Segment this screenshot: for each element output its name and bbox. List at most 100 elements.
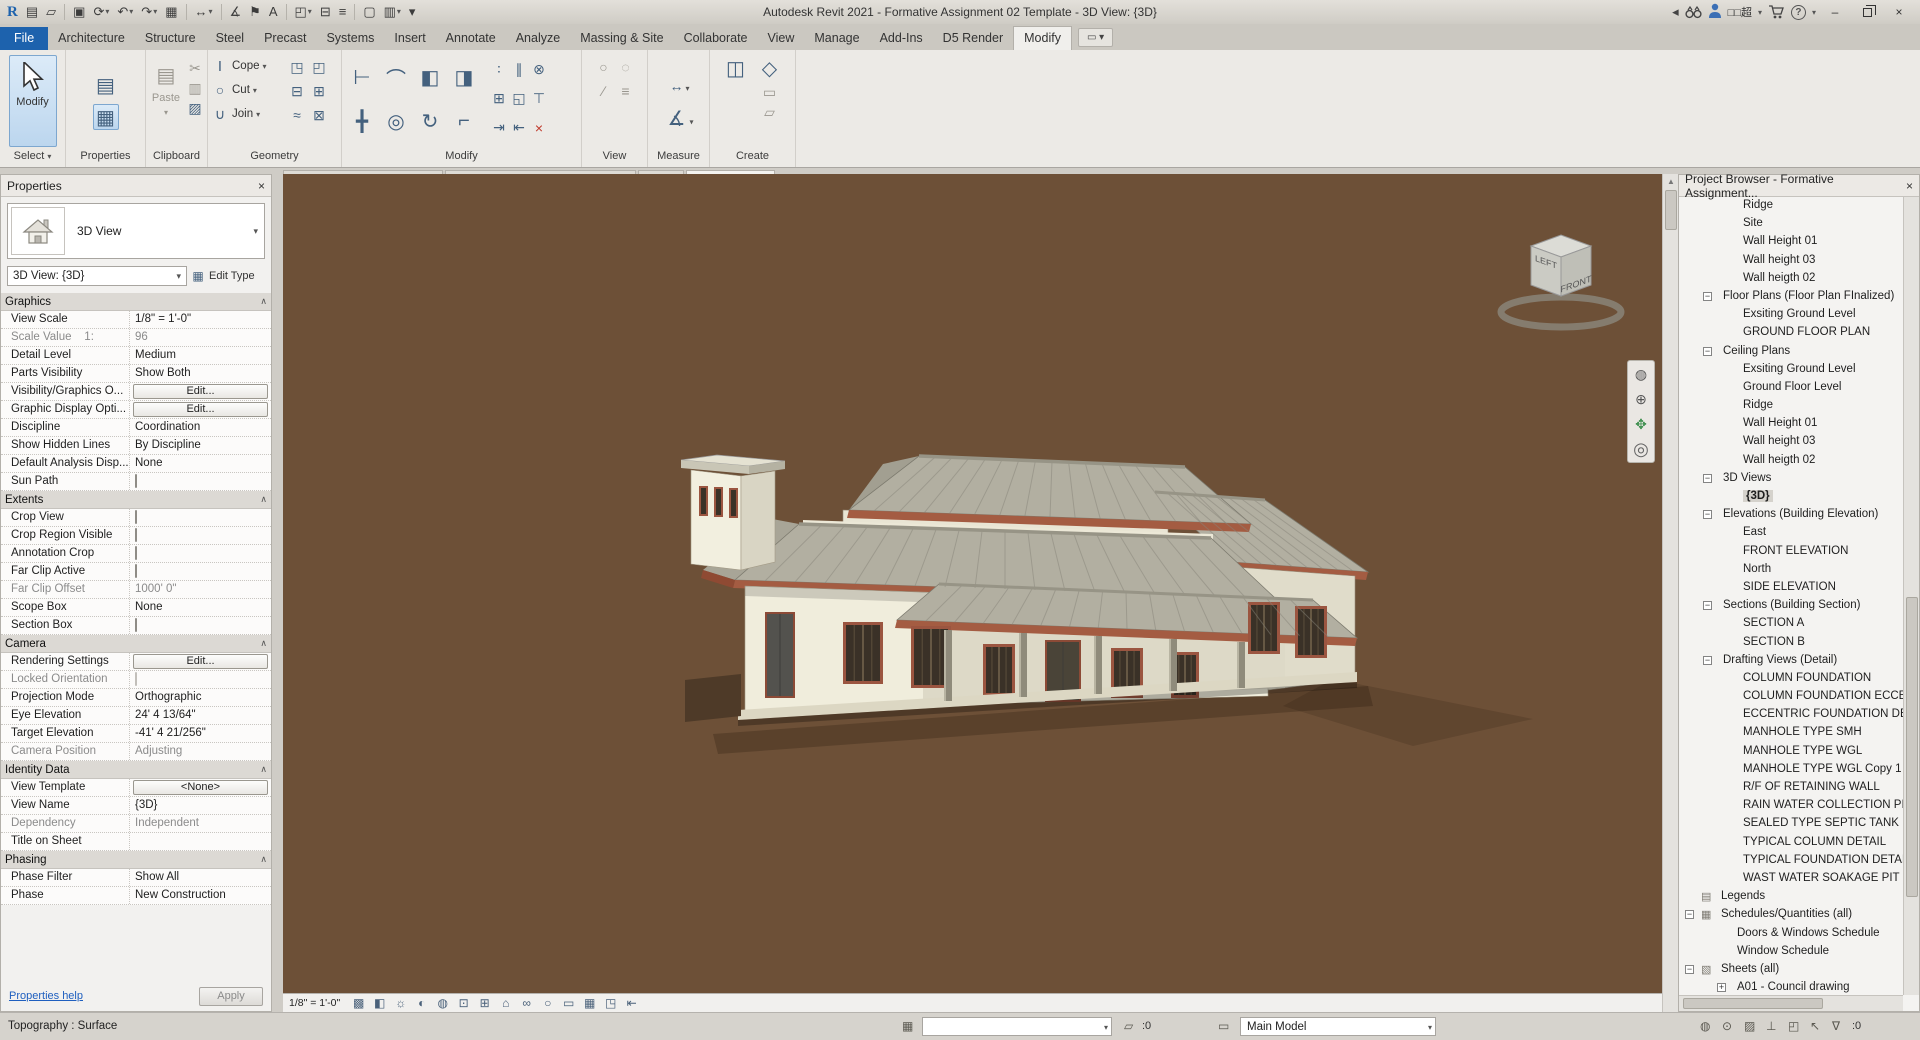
lightbulb-icon[interactable]: ○: [595, 58, 613, 76]
property-value[interactable]: Edit...: [129, 383, 271, 400]
property-value[interactable]: None: [129, 599, 271, 616]
tree-item[interactable]: Doors & Windows Schedule: [1679, 925, 1903, 943]
checkbox[interactable]: [135, 474, 137, 488]
property-value[interactable]: [129, 833, 271, 850]
wall-joins-icon[interactable]: ⊞: [310, 82, 328, 100]
property-value[interactable]: [129, 563, 271, 580]
collapse-expander-icon[interactable]: −: [1703, 347, 1712, 356]
thin-lines-icon[interactable]: ≡: [336, 2, 350, 22]
sync-with-central-icon[interactable]: ⟳▾: [90, 2, 112, 22]
help-dropdown-icon[interactable]: ▾: [1812, 8, 1816, 17]
measure-tool[interactable]: ↔▾: [667, 77, 689, 95]
section-header-phasing[interactable]: Phasing∧: [1, 851, 271, 869]
property-value[interactable]: 1000' 0": [129, 581, 271, 598]
trim-multi-icon[interactable]: ⇤: [510, 119, 528, 137]
rendering-dialog-icon[interactable]: ◍: [434, 996, 451, 1010]
reveal-constraints-icon[interactable]: ⇤: [623, 996, 640, 1010]
edit-button[interactable]: <None>: [133, 780, 268, 795]
type-selector-dropdown-icon[interactable]: ▾: [253, 226, 258, 237]
tree-item[interactable]: SECTION A: [1679, 615, 1903, 633]
trim-single-icon[interactable]: ⇥: [490, 119, 508, 137]
browser-vertical-scrollbar[interactable]: [1903, 197, 1919, 995]
tree-item[interactable]: MANHOLE TYPE WGL Copy 1: [1679, 761, 1903, 779]
property-value[interactable]: {3D}: [129, 797, 271, 814]
tab-massing-site[interactable]: Massing & Site: [570, 27, 673, 50]
reveal-hidden-icon[interactable]: ○: [539, 996, 556, 1010]
rotate-icon[interactable]: ↻: [417, 108, 443, 134]
property-value[interactable]: Independent: [129, 815, 271, 832]
editing-requests-icon[interactable]: ▱: [1124, 1019, 1133, 1033]
tab-systems[interactable]: Systems: [316, 27, 384, 50]
user-menu-dropdown-icon[interactable]: ▾: [1758, 8, 1762, 17]
close-button[interactable]: ×: [1886, 3, 1912, 21]
checkbox[interactable]: [135, 618, 137, 632]
undo-dropdown-icon[interactable]: ▾: [129, 2, 133, 22]
pan-icon[interactable]: ✥: [1631, 414, 1651, 434]
view-panel-label[interactable]: View: [582, 150, 647, 166]
pick-new-host-icon[interactable]: ◳: [288, 58, 306, 76]
offset-lines-icon[interactable]: ≈: [288, 106, 306, 124]
collapse-expander-icon[interactable]: −: [1703, 510, 1712, 519]
property-value[interactable]: By Discipline: [129, 437, 271, 454]
unpin-icon[interactable]: ⊗: [530, 61, 548, 79]
tree-item[interactable]: Wall heigth 02: [1679, 270, 1903, 288]
tab-add-ins[interactable]: Add-Ins: [870, 27, 933, 50]
scroll-up-icon[interactable]: ▲: [1663, 174, 1679, 188]
property-value[interactable]: Orthographic: [129, 689, 271, 706]
property-value[interactable]: 96: [129, 329, 271, 346]
worksharing-display-icon[interactable]: ▦: [581, 996, 598, 1010]
temporary-view-properties-icon[interactable]: ▭: [560, 996, 577, 1010]
viewcube[interactable]: LEFT FRONT: [1491, 224, 1631, 344]
open-icon[interactable]: ▱: [43, 2, 59, 22]
tree-item[interactable]: R/F OF RETAINING WALL: [1679, 779, 1903, 797]
tab-architecture[interactable]: Architecture: [48, 27, 135, 50]
tab-collaborate[interactable]: Collaborate: [674, 27, 758, 50]
select-underlay-icon[interactable]: ▨: [1744, 1019, 1755, 1033]
edit-type-button[interactable]: ▦ Edit Type: [191, 269, 255, 283]
customize-qat-icon[interactable]: ▾: [406, 2, 419, 22]
collapse-expander-icon[interactable]: −: [1685, 910, 1694, 919]
crop-region-icon[interactable]: ⊞: [476, 996, 493, 1010]
collapse-expander-icon[interactable]: −: [1685, 965, 1694, 974]
properties-panel-label[interactable]: Properties: [66, 150, 145, 166]
property-value[interactable]: [129, 527, 271, 544]
property-value[interactable]: New Construction: [129, 887, 271, 904]
tree-item[interactable]: ECCENTRIC FOUNDATION DET: [1679, 706, 1903, 724]
revit-home-icon[interactable]: R: [4, 2, 21, 22]
tree-item[interactable]: RAIN WATER COLLECTION PIT: [1679, 797, 1903, 815]
create-similar-icon[interactable]: ◇: [757, 55, 783, 81]
print-icon[interactable]: ▦: [162, 2, 180, 22]
tree-item[interactable]: Ground Floor Level: [1679, 379, 1903, 397]
design-options-dropdown[interactable]: Main Model ▾: [1240, 1017, 1436, 1036]
tree-item[interactable]: −Ceiling Plans: [1679, 343, 1903, 361]
minimize-button[interactable]: –: [1822, 3, 1848, 21]
move-icon[interactable]: ╋: [349, 108, 375, 134]
align-icon[interactable]: ⊢: [349, 64, 375, 90]
create-assembly-icon[interactable]: ▱: [761, 103, 779, 121]
tree-item[interactable]: +A01 - Council drawing: [1679, 979, 1903, 995]
tree-item[interactable]: North: [1679, 561, 1903, 579]
worksets-icon[interactable]: ▦: [902, 1019, 913, 1033]
select-links-icon[interactable]: ⊙: [1722, 1019, 1732, 1033]
collapse-icon[interactable]: ∧: [260, 638, 267, 649]
property-value[interactable]: Adjusting: [129, 743, 271, 760]
tree-item[interactable]: −Drafting Views (Detail): [1679, 652, 1903, 670]
scale-icon[interactable]: ◱: [510, 90, 528, 108]
trim-corner-icon[interactable]: ⌐: [451, 108, 477, 134]
background-processes-icon[interactable]: ◍: [1700, 1019, 1710, 1033]
shadows-icon[interactable]: ◐: [413, 996, 430, 1010]
properties-close-icon[interactable]: ×: [258, 179, 265, 193]
properties-palette-icon[interactable]: ▦: [93, 104, 119, 130]
apply-button[interactable]: Apply: [199, 987, 263, 1006]
tree-item[interactable]: Exsiting Ground Level: [1679, 361, 1903, 379]
collapse-expander-icon[interactable]: −: [1703, 601, 1712, 610]
select-pinned-icon[interactable]: ⊥: [1766, 1019, 1776, 1033]
sync-with-central-dropdown-icon[interactable]: ▾: [105, 2, 109, 22]
tree-item[interactable]: MANHOLE TYPE WGL: [1679, 743, 1903, 761]
cope-dropdown-icon[interactable]: ▾: [263, 62, 267, 71]
undo-icon[interactable]: ↶▾: [114, 2, 136, 22]
create-panel-label[interactable]: Create: [710, 150, 795, 166]
demolish-icon[interactable]: ⊠: [310, 106, 328, 124]
tab-file[interactable]: File: [0, 27, 48, 50]
property-value[interactable]: Medium: [129, 347, 271, 364]
